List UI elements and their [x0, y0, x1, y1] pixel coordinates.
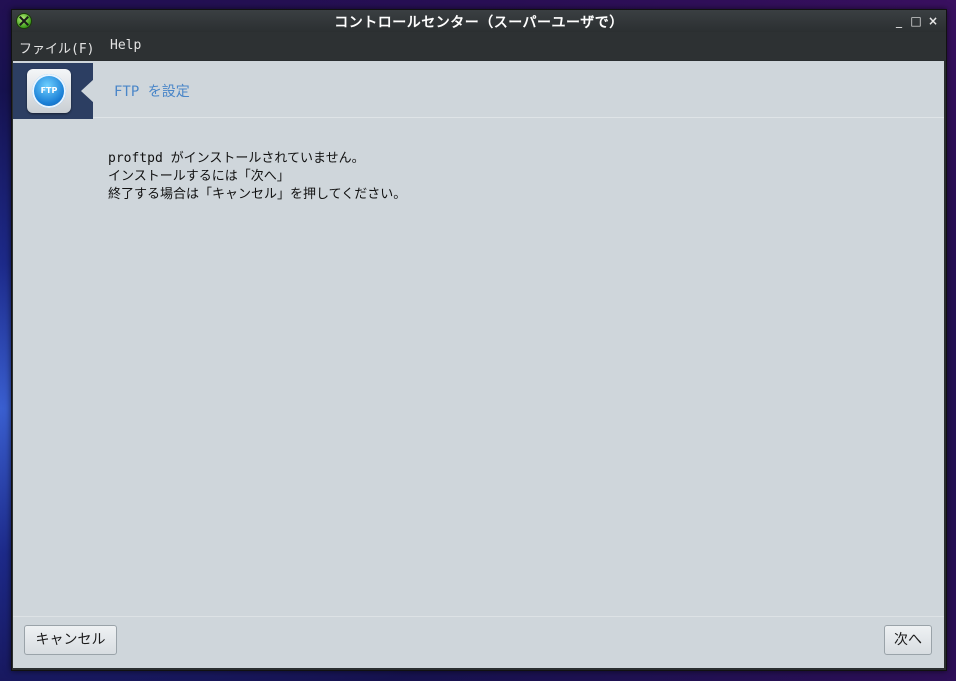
title-bar[interactable]: コントロールセンター（スーパーユーザで） _ □ ×	[12, 10, 946, 32]
window-title: コントロールセンター（スーパーユーザで）	[334, 15, 624, 31]
content-area: FTP FTP を設定 proftpd がインストールされていません。 インスト…	[13, 61, 944, 668]
ftp-icon: FTP	[27, 69, 71, 113]
header-icon-box: FTP	[13, 63, 94, 119]
maximize-button[interactable]: □	[909, 13, 923, 29]
ftp-icon-label: FTP	[40, 86, 58, 95]
install-message: proftpd がインストールされていません。 インストールするには「次へ」 終…	[108, 150, 406, 204]
footer-divider	[13, 616, 944, 617]
ftp-disc-icon: FTP	[32, 74, 66, 108]
cancel-button[interactable]: キャンセル	[24, 625, 117, 655]
menu-file[interactable]: ファイル(F)	[19, 38, 94, 57]
message-line-3: 終了する場合は「キャンセル」を押してください。	[108, 187, 407, 202]
next-button[interactable]: 次へ	[884, 625, 932, 655]
message-line-2: インストールするには「次へ」	[108, 169, 290, 184]
page-title: FTP を設定	[114, 84, 190, 100]
header-banner: FTP FTP を設定	[13, 61, 944, 119]
menu-help[interactable]: Help	[110, 38, 141, 53]
control-center-window: コントロールセンター（スーパーユーザで） _ □ × ファイル(F) Help …	[11, 9, 947, 671]
close-button[interactable]: ×	[926, 13, 940, 29]
message-line-1: proftpd がインストールされていません。	[108, 151, 365, 166]
minimize-button[interactable]: _	[892, 13, 906, 29]
menu-bar: ファイル(F) Help	[12, 32, 946, 60]
